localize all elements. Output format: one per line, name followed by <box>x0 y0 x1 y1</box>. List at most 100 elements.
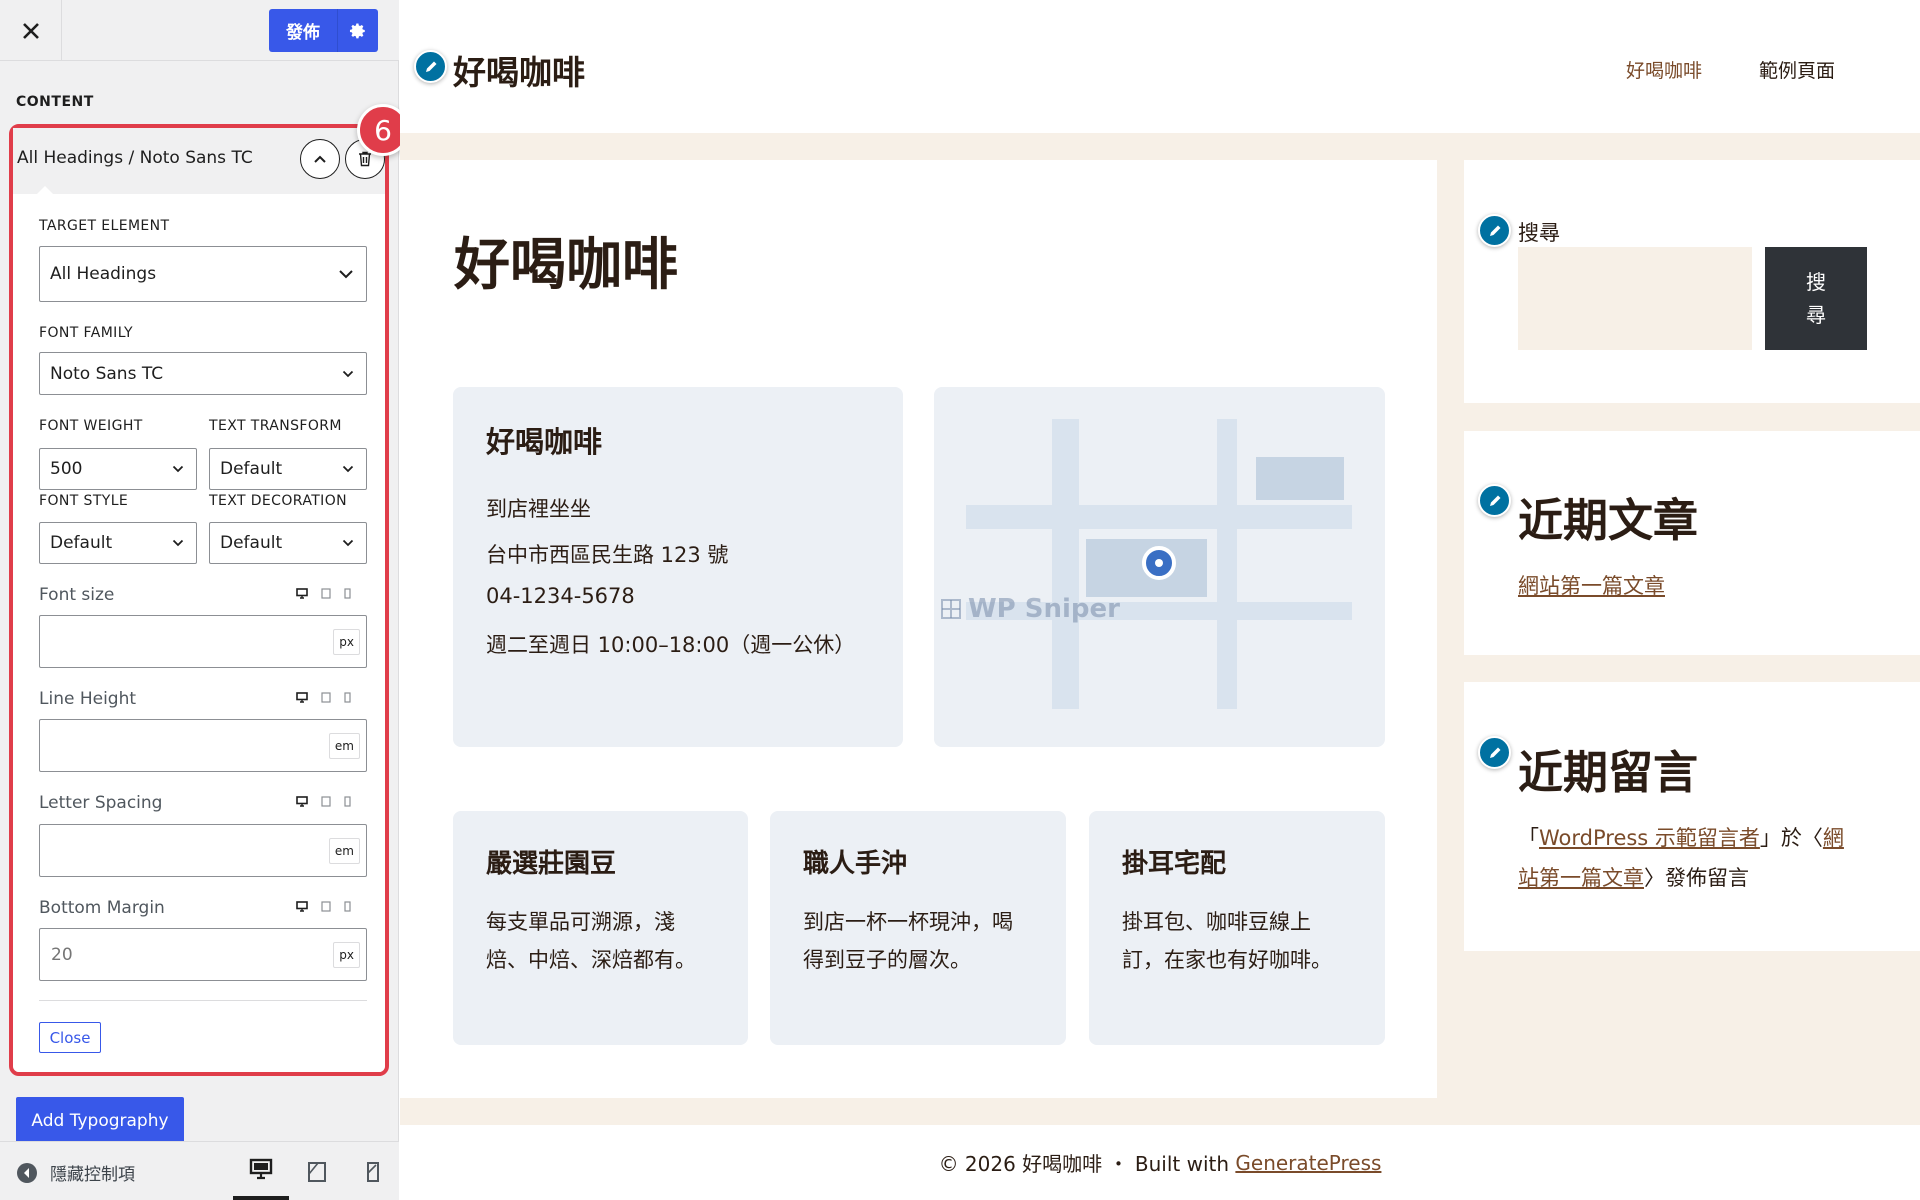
desktop-icon[interactable] <box>296 588 308 599</box>
text-transform-select[interactable]: Default <box>209 448 367 490</box>
font-size-device-toggles <box>296 588 351 599</box>
edit-shortcut[interactable] <box>414 50 447 83</box>
gear-icon <box>349 23 365 38</box>
site-title[interactable]: 好喝咖啡 <box>453 46 585 94</box>
desktop-icon[interactable] <box>296 796 308 807</box>
font-family-select[interactable]: Noto Sans TC <box>39 352 367 395</box>
mobile-icon[interactable] <box>344 901 351 912</box>
line-height-label: Line Height <box>39 689 137 709</box>
chevron-down-icon <box>339 270 353 279</box>
watermark: WP Sniper <box>940 594 1120 624</box>
bottom-margin-input[interactable]: 20 px <box>39 928 367 981</box>
info-card: 好喝咖啡 到店裡坐坐 台中市西區民生路 123 號 04-1234-5678 週… <box>453 387 903 747</box>
mobile-icon[interactable] <box>344 588 351 599</box>
feature-line: 每支單品可溯源，淺 <box>486 910 675 934</box>
desktop-icon[interactable] <box>296 692 308 703</box>
target-element-select[interactable]: All Headings <box>39 246 367 302</box>
add-typography-button[interactable]: Add Typography <box>16 1097 184 1145</box>
pencil-icon <box>1489 747 1500 758</box>
text-decoration-select[interactable]: Default <box>209 522 367 564</box>
edit-shortcut[interactable] <box>1478 484 1511 517</box>
chevron-down-icon <box>172 465 184 473</box>
desktop-icon[interactable] <box>296 901 308 912</box>
tablet-icon[interactable] <box>321 692 331 703</box>
edit-shortcut[interactable] <box>1478 736 1511 769</box>
panel-title: All Headings / Noto Sans TC <box>17 148 253 168</box>
font-size-input[interactable]: px <box>39 615 367 668</box>
comment-mid: 」於〈 <box>1759 826 1823 850</box>
line-height-input[interactable]: em <box>39 719 367 772</box>
comment-prefix: 「 <box>1518 826 1539 850</box>
tablet-icon[interactable] <box>321 901 331 912</box>
target-element-value: All Headings <box>50 264 157 284</box>
preview-tablet-button[interactable] <box>289 1142 345 1200</box>
letter-spacing-input[interactable]: em <box>39 824 367 877</box>
customizer-sidebar: 發佈 CONTENT All Headings / Noto Sans TC T… <box>0 0 409 1200</box>
feature-card-delivery: 掛耳宅配 掛耳包、咖啡豆線上 訂，在家也有好咖啡。 <box>1089 811 1385 1045</box>
comment-line-2: 站第一篇文章〉發佈留言 <box>1518 862 1749 892</box>
nav-item-sample-page[interactable]: 範例頁面 <box>1759 56 1835 83</box>
feature-title: 職人手沖 <box>803 849 908 879</box>
comment-post-link-end[interactable]: 站第一篇文章 <box>1518 866 1644 890</box>
mobile-icon[interactable] <box>344 796 351 807</box>
font-style-select[interactable]: Default <box>39 522 197 564</box>
recent-post-link[interactable]: 網站第一篇文章 <box>1518 570 1665 600</box>
info-card-line: 到店裡坐坐 <box>486 497 591 521</box>
tablet-icon[interactable] <box>321 796 331 807</box>
preview-desktop-button[interactable] <box>233 1142 289 1200</box>
map-illustration <box>966 419 1352 709</box>
search-input[interactable] <box>1518 247 1752 350</box>
search-button[interactable]: 搜 尋 <box>1765 247 1867 350</box>
font-size-label: Font size <box>39 585 115 605</box>
recent-posts-title: 近期文章 <box>1518 494 1699 547</box>
trash-icon <box>359 151 371 167</box>
close-customizer-button[interactable] <box>0 0 62 61</box>
search-widget: 搜尋 搜 尋 <box>1464 160 1920 403</box>
search-button-label: 尋 <box>1806 302 1826 327</box>
hide-controls-button[interactable]: 隱藏控制項 <box>16 1160 135 1185</box>
publish-group: 發佈 <box>269 9 378 52</box>
bottom-margin-unit[interactable]: px <box>333 941 360 968</box>
letter-spacing-device-toggles <box>296 796 351 807</box>
line-height-device-toggles <box>296 692 351 703</box>
feature-line: 訂，在家也有好咖啡。 <box>1122 948 1332 972</box>
publish-settings-button[interactable] <box>337 9 378 52</box>
pencil-icon <box>1489 225 1500 236</box>
mobile-icon[interactable] <box>344 692 351 703</box>
comment-post-link-start[interactable]: 網 <box>1823 826 1844 850</box>
target-element-label: TARGET ELEMENT <box>39 218 170 234</box>
typography-panel: All Headings / Noto Sans TC TARGET ELEME… <box>9 124 389 1076</box>
site-header: 好喝咖啡 好喝咖啡 範例頁面 <box>400 0 1920 133</box>
hide-controls-label: 隱藏控制項 <box>50 1165 135 1185</box>
edit-shortcut[interactable] <box>1478 214 1511 247</box>
nav-item-home[interactable]: 好喝咖啡 <box>1626 56 1702 83</box>
letter-spacing-unit[interactable]: em <box>328 837 360 864</box>
font-weight-select[interactable]: 500 <box>39 448 197 490</box>
recent-comments-widget: 近期留言 「WordPress 示範留言者」於〈網 站第一篇文章〉發佈留言 <box>1464 682 1920 951</box>
tablet-icon[interactable] <box>321 588 331 599</box>
preview-mobile-button[interactable] <box>345 1142 401 1200</box>
feature-line: 得到豆子的層次。 <box>803 948 971 972</box>
close-icon <box>22 22 39 39</box>
close-panel-button[interactable]: Close <box>39 1022 101 1053</box>
publish-button[interactable]: 發佈 <box>269 9 337 52</box>
watermark-text: WP Sniper <box>968 594 1121 624</box>
footer-link[interactable]: GeneratePress <box>1235 1151 1381 1175</box>
panel-body: TARGET ELEMENT All Headings FONT FAMILY … <box>13 194 385 1072</box>
line-height-unit[interactable]: em <box>328 732 360 759</box>
pencil-icon <box>425 61 436 72</box>
comment-suffix: 〉發佈留言 <box>1644 866 1749 890</box>
feature-title: 掛耳宅配 <box>1122 849 1227 879</box>
feature-card-pourover: 職人手沖 到店一杯一杯現沖，喝 得到豆子的層次。 <box>770 811 1066 1045</box>
comment-author-link[interactable]: WordPress 示範留言者 <box>1539 826 1760 850</box>
font-size-unit[interactable]: px <box>333 628 360 655</box>
text-transform-label: TEXT TRANSFORM <box>209 418 342 434</box>
text-decoration-value: Default <box>220 533 283 553</box>
recent-posts-widget: 近期文章 網站第一篇文章 <box>1464 431 1920 655</box>
tablet-icon <box>308 1161 326 1182</box>
text-decoration-label: TEXT DECORATION <box>209 493 347 509</box>
collapse-button[interactable] <box>300 139 340 179</box>
panel-header[interactable]: All Headings / Noto Sans TC <box>13 128 385 194</box>
site-preview: 好喝咖啡 好喝咖啡 範例頁面 好喝咖啡 好喝咖啡 到店裡坐坐 台中市西區民生路 … <box>400 0 1920 1200</box>
chevron-down-icon <box>172 539 184 547</box>
